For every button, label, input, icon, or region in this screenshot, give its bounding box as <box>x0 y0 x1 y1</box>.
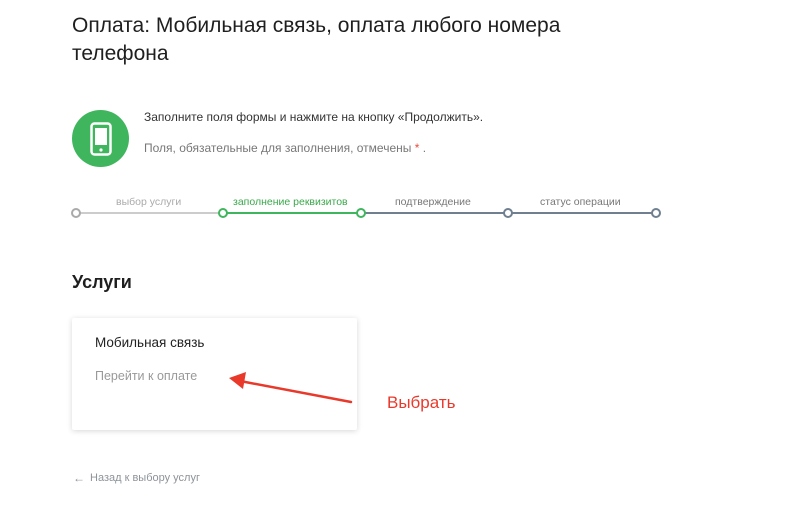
annotation-label: Выбрать <box>387 393 456 412</box>
back-link-label[interactable]: Назад к выбору услуг <box>90 472 200 484</box>
arrow-left-icon: ← <box>73 471 85 485</box>
back-link[interactable]: ← Назад к выбору услуг <box>73 471 200 485</box>
annotation-arrow-icon <box>229 372 353 404</box>
